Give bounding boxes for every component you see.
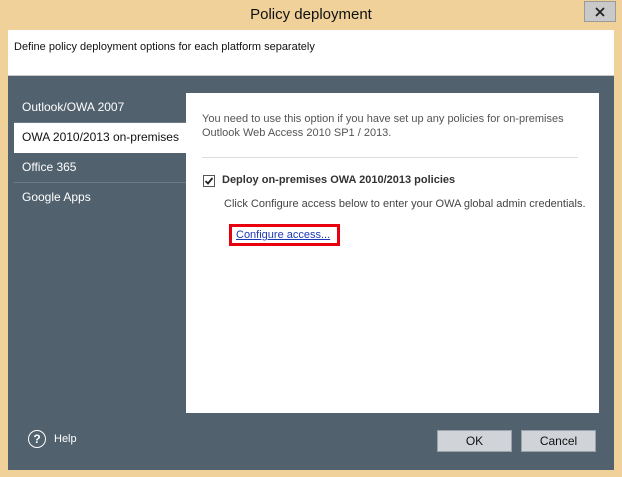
dialog-header: Define policy deployment options for eac… — [8, 30, 614, 76]
title-bar: Policy deployment — [0, 0, 622, 30]
help-button[interactable]: ? Help — [28, 430, 77, 448]
sidebar-item-office-365[interactable]: Office 365 — [14, 153, 186, 183]
sidebar-item-owa-2010-2013[interactable]: OWA 2010/2013 on-premises — [14, 123, 186, 153]
hint-text: Click Configure access below to enter yo… — [224, 198, 586, 210]
info-line-2: Outlook Web Access 2010 SP1 / 2013. — [202, 127, 392, 139]
close-button[interactable] — [584, 1, 616, 22]
configure-access-link[interactable]: Configure access... — [236, 229, 330, 241]
info-text: You need to use this option if you have … — [202, 112, 582, 140]
deploy-policies-checkbox[interactable] — [203, 175, 215, 187]
help-icon: ? — [28, 430, 46, 448]
sidebar-item-outlook-owa-2007[interactable]: Outlook/OWA 2007 — [14, 93, 186, 123]
divider — [202, 157, 578, 158]
policy-deployment-window: Policy deployment Define policy deployme… — [0, 0, 622, 477]
ok-button[interactable]: OK — [437, 430, 512, 452]
info-line-1: You need to use this option if you have … — [202, 113, 564, 125]
cancel-button[interactable]: Cancel — [521, 430, 596, 452]
header-description: Define policy deployment options for eac… — [14, 41, 315, 53]
sidebar-item-google-apps[interactable]: Google Apps — [14, 183, 186, 213]
deploy-policies-label[interactable]: Deploy on-premises OWA 2010/2013 policie… — [222, 174, 455, 186]
platform-sidebar: Outlook/OWA 2007 OWA 2010/2013 on-premis… — [14, 93, 186, 213]
checkmark-icon — [204, 177, 214, 185]
dialog-body: Define policy deployment options for eac… — [8, 30, 614, 470]
help-label: Help — [54, 433, 77, 445]
close-icon — [595, 6, 605, 17]
window-title: Policy deployment — [250, 6, 372, 23]
options-panel: You need to use this option if you have … — [186, 93, 599, 413]
